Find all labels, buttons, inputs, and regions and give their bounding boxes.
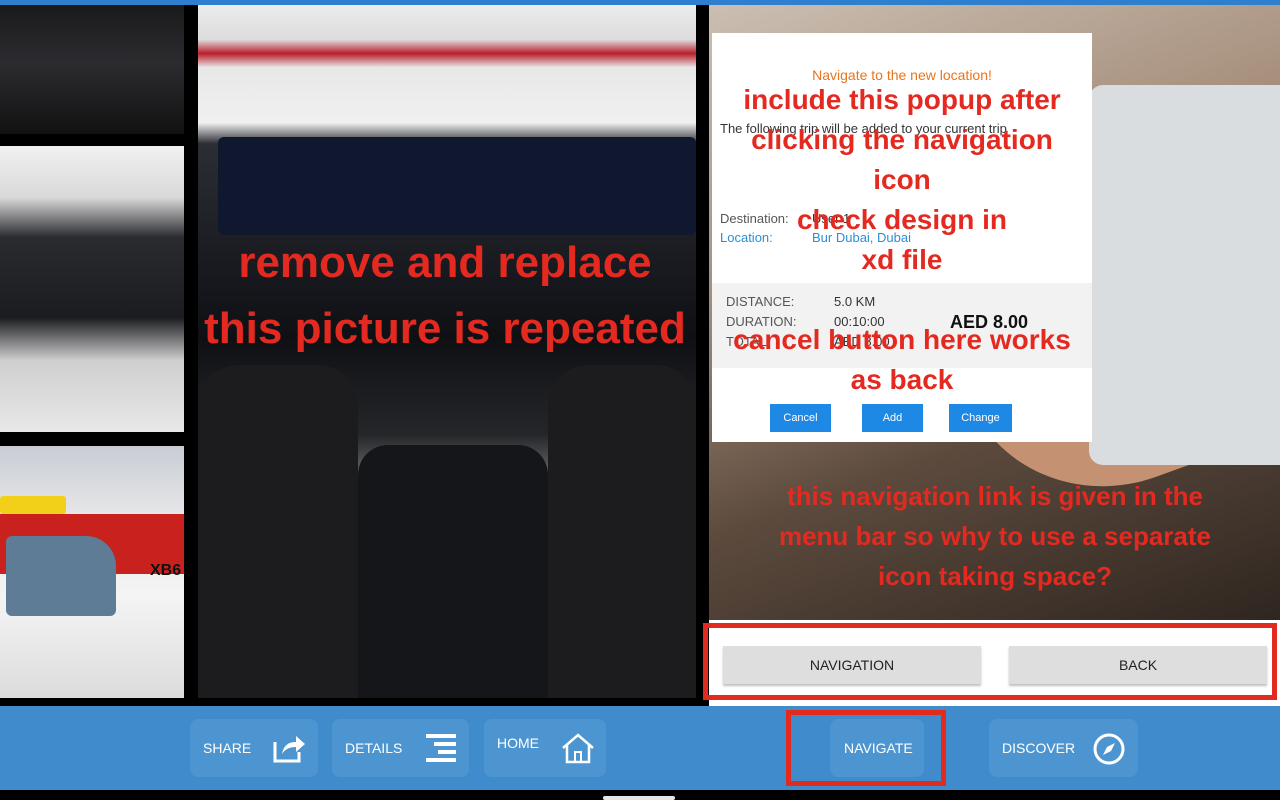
- annotation-highlight-action-bar: [703, 623, 1277, 700]
- discover-label: DISCOVER: [1002, 740, 1076, 756]
- annotation-line: icon: [873, 164, 931, 195]
- gallery-thumbnail-1[interactable]: [0, 5, 184, 134]
- home-button[interactable]: HOME: [484, 719, 606, 777]
- add-button[interactable]: Add: [862, 404, 923, 432]
- right-seat: [548, 365, 696, 698]
- compass-icon: [1093, 733, 1125, 765]
- annotation-line: menu bar so why to use a separate: [778, 521, 1212, 551]
- annotation-line: cancel button here works: [733, 324, 1071, 355]
- distance-label: DISTANCE:: [726, 294, 795, 309]
- gallery-thumbnail-2[interactable]: [0, 146, 184, 432]
- share-icon: [273, 736, 305, 763]
- annotation-image-note: remove and replace this picture is repea…: [160, 230, 730, 362]
- menu-lines-icon: [426, 734, 456, 762]
- annotation-line: remove and replace: [238, 238, 652, 287]
- distance-value: 5.0 KM: [834, 294, 876, 309]
- annotation-navigation-note: this navigation link is given in the men…: [720, 476, 1270, 596]
- bottom-navigation-bar: SHARE DETAILS HOME NAVIGATE DISCOVER: [0, 706, 1280, 790]
- annotation-line: include this popup after: [743, 84, 1061, 115]
- details-button[interactable]: DETAILS: [332, 719, 469, 777]
- annotation-line: check design in: [796, 204, 1008, 235]
- gallery-thumbnail-3[interactable]: XB6: [0, 446, 184, 698]
- change-button[interactable]: Change: [949, 404, 1012, 432]
- annotation-popup-note: include this popup after clicking the na…: [712, 80, 1092, 280]
- center-console: [358, 445, 548, 698]
- home-gesture-indicator[interactable]: [603, 796, 675, 800]
- annotation-highlight-navigate: [786, 710, 946, 786]
- annotation-line: as back: [850, 364, 954, 395]
- taxi-roof-sign: [0, 496, 66, 514]
- share-button[interactable]: SHARE: [190, 719, 318, 777]
- share-label: SHARE: [203, 740, 252, 756]
- annotation-line: xd file: [861, 244, 943, 275]
- annotation-line: this navigation link is given in the: [786, 481, 1204, 511]
- taxi-window: [6, 536, 116, 616]
- device-screen: [1089, 85, 1280, 465]
- annotation-cancel-note: cancel button here works as back: [712, 320, 1092, 400]
- annotation-line: clicking the navigation: [751, 124, 1053, 155]
- annotation-line: this picture is repeated: [204, 304, 686, 353]
- discover-button[interactable]: DISCOVER: [989, 719, 1138, 777]
- home-label: HOME: [497, 735, 539, 751]
- left-seat: [198, 365, 358, 698]
- home-icon: [562, 733, 594, 764]
- taxi-plate-text: XB6: [150, 562, 182, 579]
- cancel-button[interactable]: Cancel: [770, 404, 831, 432]
- annotation-line: icon taking space?: [877, 561, 1113, 591]
- details-label: DETAILS: [345, 740, 403, 756]
- dashboard-screen: [218, 137, 696, 235]
